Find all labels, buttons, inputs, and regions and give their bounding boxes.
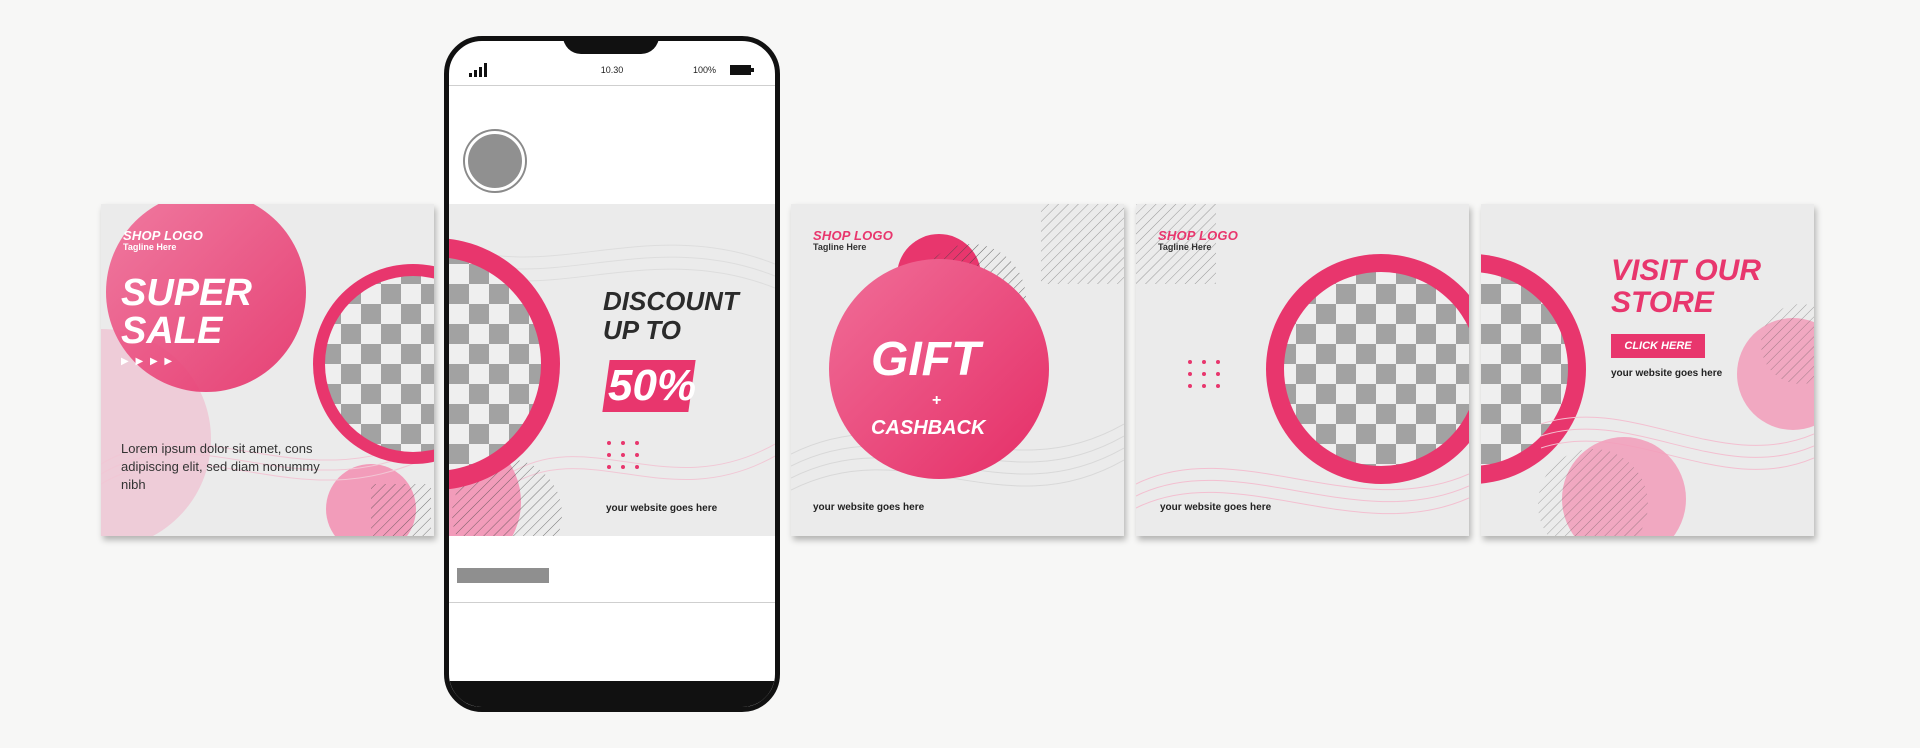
avatar[interactable] <box>465 131 525 191</box>
headline-up-to: UP TO <box>603 315 682 345</box>
website-text: your website goes here <box>813 502 925 513</box>
shop-logo: SHOP LOGO <box>1158 228 1239 243</box>
headline-super: SUPER <box>121 272 252 314</box>
arrows-icon: ▶ ▶ ▶ ▶ <box>121 356 175 367</box>
post-panel-visit-store[interactable]: VISIT OUR STORE CLICK HERE your website … <box>1481 204 1814 536</box>
caption-placeholder <box>457 568 549 583</box>
percent-value: 50% <box>608 361 697 410</box>
divider <box>449 602 775 603</box>
website-text: your website goes here <box>1611 368 1723 379</box>
plus-sign: + <box>932 392 942 409</box>
headline-discount: DISCOUNT <box>603 286 739 316</box>
status-battery-text: 100% <box>693 65 717 75</box>
website-text: your website goes here <box>1160 502 1272 513</box>
phone-notch <box>563 41 659 54</box>
cashback-title: CASHBACK <box>871 417 986 439</box>
post-panel-photo[interactable]: SHOP LOGO Tagline Here your website goes… <box>1136 204 1469 536</box>
divider <box>449 85 775 86</box>
post-panel-gift[interactable]: SHOP LOGO Tagline Here GIFT + CASHBACK y… <box>791 204 1124 536</box>
status-time: 10.30 <box>600 65 624 75</box>
gift-title: GIFT <box>871 333 981 386</box>
website-text: your website goes here <box>606 503 718 514</box>
body-line: Lorem ipsum dolor sit amet, cons <box>121 441 313 456</box>
shop-logo: SHOP LOGO <box>123 228 204 243</box>
phone-bottom-bar <box>449 681 775 707</box>
body-line: nibh <box>121 477 146 492</box>
headline-sale: SALE <box>121 310 223 352</box>
body-line: adipiscing elit, sed diam nonummy <box>121 459 320 474</box>
phone-frame: 10.30 100% DISCOUNT UP TO 50% your websi… <box>444 36 780 712</box>
tagline: Tagline Here <box>1158 242 1212 252</box>
tagline: Tagline Here <box>813 242 867 252</box>
headline-store: STORE <box>1611 286 1714 319</box>
tagline: Tagline Here <box>123 242 177 252</box>
shop-logo: SHOP LOGO <box>813 228 894 243</box>
post-panel-discount[interactable]: DISCOUNT UP TO 50% your website goes her… <box>449 204 775 536</box>
background-decor <box>1136 204 1469 515</box>
dot-grid-icon <box>607 441 639 469</box>
battery-icon <box>730 65 754 75</box>
click-here-button[interactable]: CLICK HERE <box>1611 334 1705 358</box>
headline-visit-our: VISIT OUR <box>1611 254 1762 287</box>
dot-grid-icon <box>1188 360 1220 388</box>
body-text: Lorem ipsum dolor sit amet, cons adipisc… <box>121 440 320 494</box>
post-panel-super-sale[interactable]: SHOP LOGO Tagline Here SUPER SALE ▶ ▶ ▶ … <box>101 204 434 536</box>
